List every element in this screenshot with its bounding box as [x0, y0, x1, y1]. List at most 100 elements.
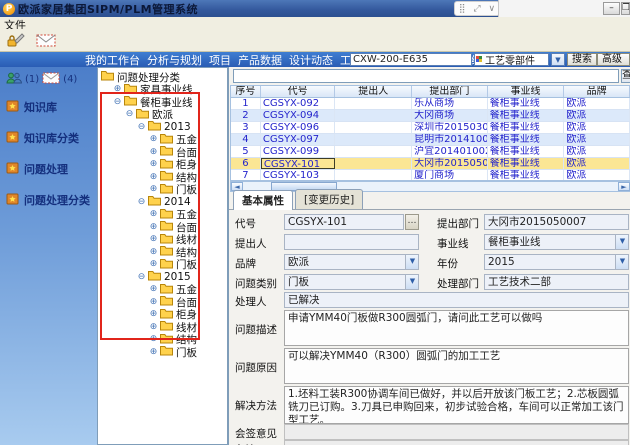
- tree-node-线材[interactable]: ⊕线材: [98, 321, 227, 334]
- table-row[interactable]: 5CGSYX-099沪宜2014010022餐柜事业线欧派: [231, 146, 630, 158]
- table-cell[interactable]: 厦门商场: [412, 170, 488, 181]
- field-input[interactable]: 门板▼: [284, 274, 419, 290]
- search-type-dropdown-button[interactable]: ▼: [551, 53, 565, 66]
- collapse-handle-icon[interactable]: ⊖: [113, 98, 122, 107]
- table-cell[interactable]: 餐柜事业线: [488, 134, 565, 145]
- field-textarea-问题描述[interactable]: 申请YMM40门板做R300圆弧门，请问此工艺可以做吗: [284, 310, 629, 346]
- table-row[interactable]: 3CGSYX-096深圳市2015030124餐柜事业线欧派: [231, 122, 630, 134]
- table-cell[interactable]: 1: [231, 98, 261, 109]
- stamp-lock-icon[interactable]: [6, 32, 26, 49]
- field-input[interactable]: 欧派▼: [284, 254, 419, 270]
- tree-node-柜身[interactable]: ⊕柜身: [98, 159, 227, 172]
- field-input[interactable]: CGSYX-101: [284, 214, 404, 230]
- expand-handle-icon[interactable]: ⊕: [113, 85, 122, 94]
- table-cell[interactable]: 乐从商场: [412, 98, 488, 109]
- table-cell[interactable]: CGSYX-092: [261, 98, 336, 109]
- table-cell[interactable]: 餐柜事业线: [488, 110, 565, 121]
- collapse-handle-icon[interactable]: ⊖: [125, 110, 134, 119]
- field-textarea-问题原因[interactable]: 可以解决YMM40（R300）圆弧门的加工工艺: [284, 348, 629, 384]
- table-cell[interactable]: 3: [231, 122, 261, 133]
- expand-handle-icon[interactable]: ⊕: [149, 298, 158, 307]
- tree-node-门板[interactable]: ⊕门板: [98, 184, 227, 197]
- table-cell[interactable]: 欧派: [564, 110, 630, 121]
- tree-node-柜身[interactable]: ⊕柜身: [98, 309, 227, 322]
- column-header-代号[interactable]: 代号: [261, 86, 336, 97]
- column-header-序号[interactable]: 序号: [231, 86, 261, 97]
- sidebar-item-问题处理分类[interactable]: 问题处理分类: [0, 188, 97, 212]
- users-icon[interactable]: [6, 72, 22, 87]
- table-cell[interactable]: CGSYX-096: [261, 122, 336, 133]
- tab-basic-properties[interactable]: 基本属性: [233, 190, 293, 210]
- tab-change-history[interactable]: [变更历史]: [295, 189, 363, 209]
- table-row[interactable]: 1CGSYX-092 乐从商场餐柜事业线欧派: [231, 98, 630, 110]
- query-button[interactable]: 查: [621, 69, 630, 83]
- table-cell[interactable]: 4: [231, 134, 261, 145]
- field-textarea-解决方法[interactable]: 1.坯料工装R300协调车间已做好，并以后开放该门板工艺；2.芯板圆弧铣刀已订购…: [284, 386, 629, 424]
- table-cell[interactable]: CGSYX-103: [261, 170, 336, 181]
- table-cell[interactable]: 餐柜事业线: [488, 158, 565, 169]
- table-cell[interactable]: 欧派: [564, 158, 630, 169]
- table-cell[interactable]: [335, 134, 412, 145]
- column-header-品牌[interactable]: 品牌: [564, 86, 630, 97]
- expand-handle-icon[interactable]: ⊕: [149, 223, 158, 232]
- column-header-提出部门[interactable]: 提出部门: [412, 86, 488, 97]
- nav-item-我的工作台[interactable]: 我的工作台: [85, 52, 140, 68]
- table-cell[interactable]: 昆明市2014100101: [412, 134, 488, 145]
- tree-node-结构[interactable]: ⊕结构: [98, 246, 227, 259]
- sidebar-item-知识库分类[interactable]: 知识库分类: [0, 126, 97, 150]
- field-input[interactable]: 工艺技术二部: [484, 274, 629, 290]
- grid-dots-icon[interactable]: ⣿: [459, 4, 466, 14]
- table-cell[interactable]: 沪宜2014010022: [412, 146, 488, 157]
- table-cell[interactable]: 大冈市2015050007: [412, 158, 488, 169]
- tree-node-结构[interactable]: ⊕结构: [98, 171, 227, 184]
- table-row[interactable]: 6CGSYX-101大冈市2015050007餐柜事业线欧派: [231, 158, 630, 170]
- expand-handle-icon[interactable]: ⊕: [149, 323, 158, 332]
- table-cell[interactable]: 欧派: [564, 146, 630, 157]
- chevron-down-icon[interactable]: ∨: [488, 4, 495, 14]
- expand-handle-icon[interactable]: ⊕: [149, 248, 158, 257]
- table-cell[interactable]: 餐柜事业线: [488, 98, 565, 109]
- expand-handle-icon[interactable]: ⊕: [149, 285, 158, 294]
- field-input[interactable]: [284, 440, 629, 445]
- fullscreen-icon[interactable]: ⤢: [473, 4, 480, 14]
- tree-node-结构[interactable]: ⊕结构: [98, 334, 227, 347]
- table-cell[interactable]: 欧派: [564, 134, 630, 145]
- expand-handle-icon[interactable]: ⊕: [149, 260, 158, 269]
- search-type-selector[interactable]: 工艺零部件: [474, 53, 549, 66]
- scroll-right-arrow[interactable]: ►: [618, 182, 630, 191]
- field-input[interactable]: 2015▼: [484, 254, 629, 270]
- tree-node-2014[interactable]: ⊖2014: [98, 196, 227, 209]
- tree-node-门板[interactable]: ⊕门板: [98, 346, 227, 359]
- table-cell[interactable]: 2: [231, 110, 261, 121]
- mail-icon[interactable]: [36, 32, 56, 49]
- table-cell[interactable]: 大冈商场: [412, 110, 488, 121]
- expand-handle-icon[interactable]: ⊕: [149, 348, 158, 357]
- table-cell[interactable]: [335, 98, 412, 109]
- expand-handle-icon[interactable]: ⊕: [149, 185, 158, 194]
- table-cell[interactable]: 欧派: [564, 122, 630, 133]
- table-row[interactable]: 7CGSYX-103厦门商场餐柜事业线欧派: [231, 170, 630, 181]
- nav-item-项目[interactable]: 项目: [209, 52, 231, 68]
- browse-button[interactable]: …: [405, 214, 419, 230]
- table-row[interactable]: 2CGSYX-094大冈商场餐柜事业线欧派: [231, 110, 630, 122]
- advanced-search-button[interactable]: 高级: [597, 53, 630, 66]
- expand-handle-icon[interactable]: ⊕: [149, 135, 158, 144]
- expand-handle-icon[interactable]: ⊕: [149, 160, 158, 169]
- table-cell[interactable]: [335, 170, 412, 181]
- table-cell[interactable]: 欧派: [564, 98, 630, 109]
- sidebar-item-问题处理[interactable]: 问题处理: [0, 157, 97, 181]
- tree-node-五金[interactable]: ⊕五金: [98, 209, 227, 222]
- nav-item-设计动态[interactable]: 设计动态: [289, 52, 333, 68]
- tree-node-台面[interactable]: ⊕台面: [98, 221, 227, 234]
- table-row[interactable]: 4CGSYX-097昆明市2014100101餐柜事业线欧派: [231, 134, 630, 146]
- expand-handle-icon[interactable]: ⊕: [149, 235, 158, 244]
- sidebar-item-知识库[interactable]: 知识库: [0, 95, 97, 119]
- table-cell[interactable]: 餐柜事业线: [488, 170, 565, 181]
- table-cell[interactable]: 餐柜事业线: [488, 122, 565, 133]
- tree-node-线材[interactable]: ⊕线材: [98, 234, 227, 247]
- collapse-handle-icon[interactable]: ⊖: [137, 273, 146, 282]
- collapse-handle-icon[interactable]: ⊖: [137, 123, 146, 132]
- mail-icon[interactable]: [42, 72, 60, 87]
- table-cell[interactable]: 餐柜事业线: [488, 146, 565, 157]
- expand-handle-icon[interactable]: ⊕: [149, 173, 158, 182]
